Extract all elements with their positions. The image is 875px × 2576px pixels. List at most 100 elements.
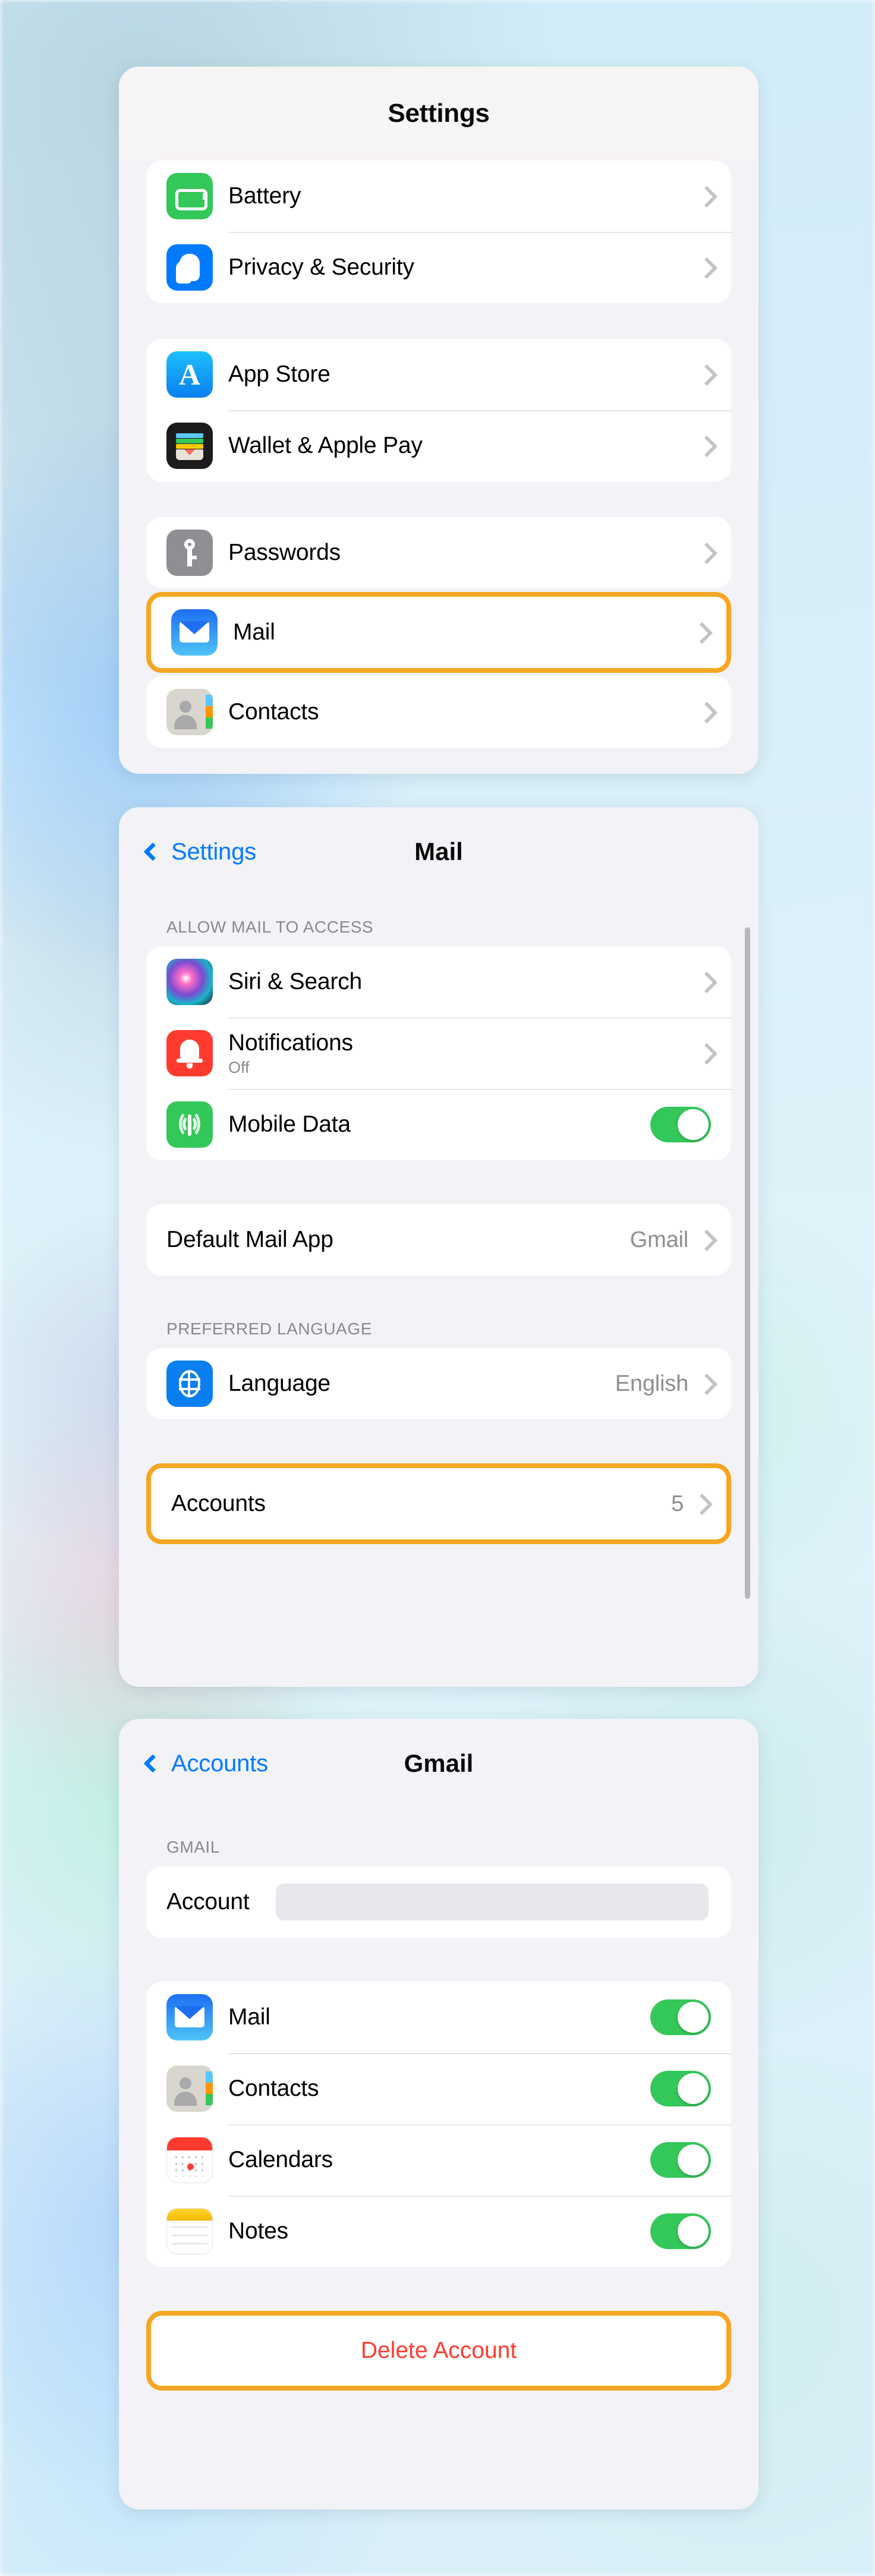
row-label: Battery	[228, 183, 301, 209]
row-subtitle: Off	[228, 1058, 250, 1076]
default-mail-app-group: Default Mail App Gmail	[146, 1204, 731, 1276]
settings-group-apps-bottom: Contacts	[146, 676, 731, 748]
section-header-allow-mail-to-access: ALLOW MAIL TO ACCESS	[166, 918, 374, 936]
gmail-account-group: Account	[146, 1866, 731, 1938]
gmail-services-group: Mail Contacts Calendars Notes	[146, 1982, 731, 2267]
row-label: Mail	[228, 2004, 270, 2030]
row-value: English	[615, 1371, 688, 1396]
row-label: Contacts	[228, 699, 319, 725]
row-value: Gmail	[630, 1227, 688, 1252]
row-notifications[interactable]: Notifications Off	[146, 1018, 731, 1089]
chevron-right-icon	[699, 702, 711, 722]
sidebar-item-passwords[interactable]: Passwords	[146, 517, 731, 588]
settings-group-system: Battery Privacy & Security	[146, 160, 731, 303]
sidebar-item-privacy-security[interactable]: Privacy & Security	[146, 232, 731, 303]
chevron-right-icon	[699, 1230, 711, 1250]
contacts-icon	[166, 689, 213, 735]
row-accounts-highlight: Accounts 5	[146, 1463, 731, 1544]
app-store-icon: A	[166, 351, 213, 398]
settings-group-store: A App Store Wallet & Apple Pay	[146, 339, 731, 481]
delete-account-label: Delete Account	[360, 2338, 517, 2363]
mail-navigation-bar: Settings Mail	[119, 807, 758, 896]
sidebar-item-contacts[interactable]: Contacts	[146, 676, 731, 748]
mobile-data-toggle[interactable]	[650, 1107, 711, 1142]
row-service-calendars[interactable]: Calendars	[146, 2124, 731, 2196]
contacts-icon	[166, 2065, 213, 2112]
row-service-notes[interactable]: Notes	[146, 2196, 731, 2267]
sidebar-item-battery[interactable]: Battery	[146, 160, 731, 232]
sidebar-item-mail[interactable]: Mail	[151, 597, 726, 668]
notifications-icon	[166, 1030, 213, 1076]
settings-navigation-bar: Settings	[119, 67, 758, 160]
delete-account-button[interactable]: Delete Account	[151, 2316, 726, 2386]
row-label: App Store	[228, 361, 331, 387]
chevron-right-icon	[694, 1494, 706, 1514]
wallet-icon	[166, 423, 213, 469]
row-label: Mail	[233, 619, 275, 645]
calendars-sync-toggle[interactable]	[650, 2142, 711, 2178]
row-label: Account	[166, 1889, 250, 1914]
account-value-redacted	[275, 1884, 709, 1920]
row-label: Default Mail App	[166, 1227, 333, 1252]
sidebar-item-app-store[interactable]: A App Store	[146, 339, 731, 410]
privacy-icon	[166, 244, 213, 291]
row-label: Calendars	[228, 2147, 333, 2172]
row-label: Wallet & Apple Pay	[228, 433, 423, 458]
back-button-label: Settings	[171, 838, 256, 865]
row-label: Passwords	[228, 540, 341, 565]
back-button-settings[interactable]: Settings	[143, 838, 256, 865]
row-service-contacts[interactable]: Contacts	[146, 2053, 731, 2124]
chevron-right-icon	[699, 364, 711, 385]
settings-root-panel: Settings Battery Privacy & Security A Ap…	[119, 67, 758, 774]
row-mobile-data[interactable]: Mobile Data	[146, 1089, 731, 1160]
row-accounts[interactable]: Accounts 5	[151, 1468, 726, 1539]
sidebar-item-mail-highlight: Mail	[146, 592, 731, 673]
chevron-right-icon	[699, 543, 711, 563]
notes-icon	[166, 2208, 213, 2254]
chevron-right-icon	[699, 1043, 711, 1063]
battery-icon	[166, 173, 213, 219]
row-label: Accounts	[171, 1491, 266, 1516]
notes-sync-toggle[interactable]	[650, 2213, 711, 2249]
mobile-data-icon	[166, 1101, 213, 1148]
chevron-right-icon	[699, 1374, 711, 1394]
row-label: Mobile Data	[228, 1111, 351, 1137]
chevron-right-icon	[699, 972, 711, 992]
row-label: Language	[228, 1371, 331, 1396]
settings-group-apps-top: Passwords	[146, 517, 731, 588]
siri-icon	[166, 959, 213, 1005]
language-group: Language English	[146, 1348, 731, 1419]
row-default-mail-app[interactable]: Default Mail App Gmail	[146, 1204, 731, 1276]
row-label: Notes	[228, 2218, 288, 2244]
passwords-icon	[166, 530, 213, 576]
chevron-left-icon	[143, 842, 162, 861]
language-icon	[166, 1361, 213, 1407]
back-button-accounts[interactable]: Accounts	[143, 1750, 268, 1777]
vertical-scrollbar[interactable]	[745, 927, 750, 1599]
section-header-preferred-language: PREFERRED LANGUAGE	[166, 1320, 372, 1338]
accounts-count: 5	[671, 1491, 684, 1516]
chevron-left-icon	[143, 1754, 162, 1773]
gmail-account-panel: Accounts Gmail GMAIL Account Mail Contac…	[119, 1719, 758, 2509]
page-title: Settings	[388, 99, 490, 128]
row-language[interactable]: Language English	[146, 1348, 731, 1419]
row-account[interactable]: Account	[146, 1866, 731, 1938]
mail-access-group: Siri & Search Notifications Off Mobile D…	[146, 946, 731, 1160]
row-label: Contacts	[228, 2076, 319, 2101]
gmail-navigation-bar: Accounts Gmail	[119, 1719, 758, 1808]
contacts-sync-toggle[interactable]	[650, 2071, 711, 2106]
mail-sync-toggle[interactable]	[650, 1999, 711, 2035]
calendars-icon	[166, 2137, 213, 2183]
row-siri-and-search[interactable]: Siri & Search	[146, 946, 731, 1018]
delete-account-highlight: Delete Account	[146, 2311, 731, 2391]
row-label: Notifications	[228, 1029, 353, 1056]
sidebar-item-wallet-apple-pay[interactable]: Wallet & Apple Pay	[146, 410, 731, 481]
mail-icon	[171, 609, 218, 656]
mail-settings-panel: Settings Mail ALLOW MAIL TO ACCESS Siri …	[119, 807, 758, 1687]
row-label: Privacy & Security	[228, 254, 414, 280]
chevron-right-icon	[699, 257, 711, 278]
row-service-mail[interactable]: Mail	[146, 1982, 731, 2053]
chevron-right-icon	[699, 436, 711, 456]
